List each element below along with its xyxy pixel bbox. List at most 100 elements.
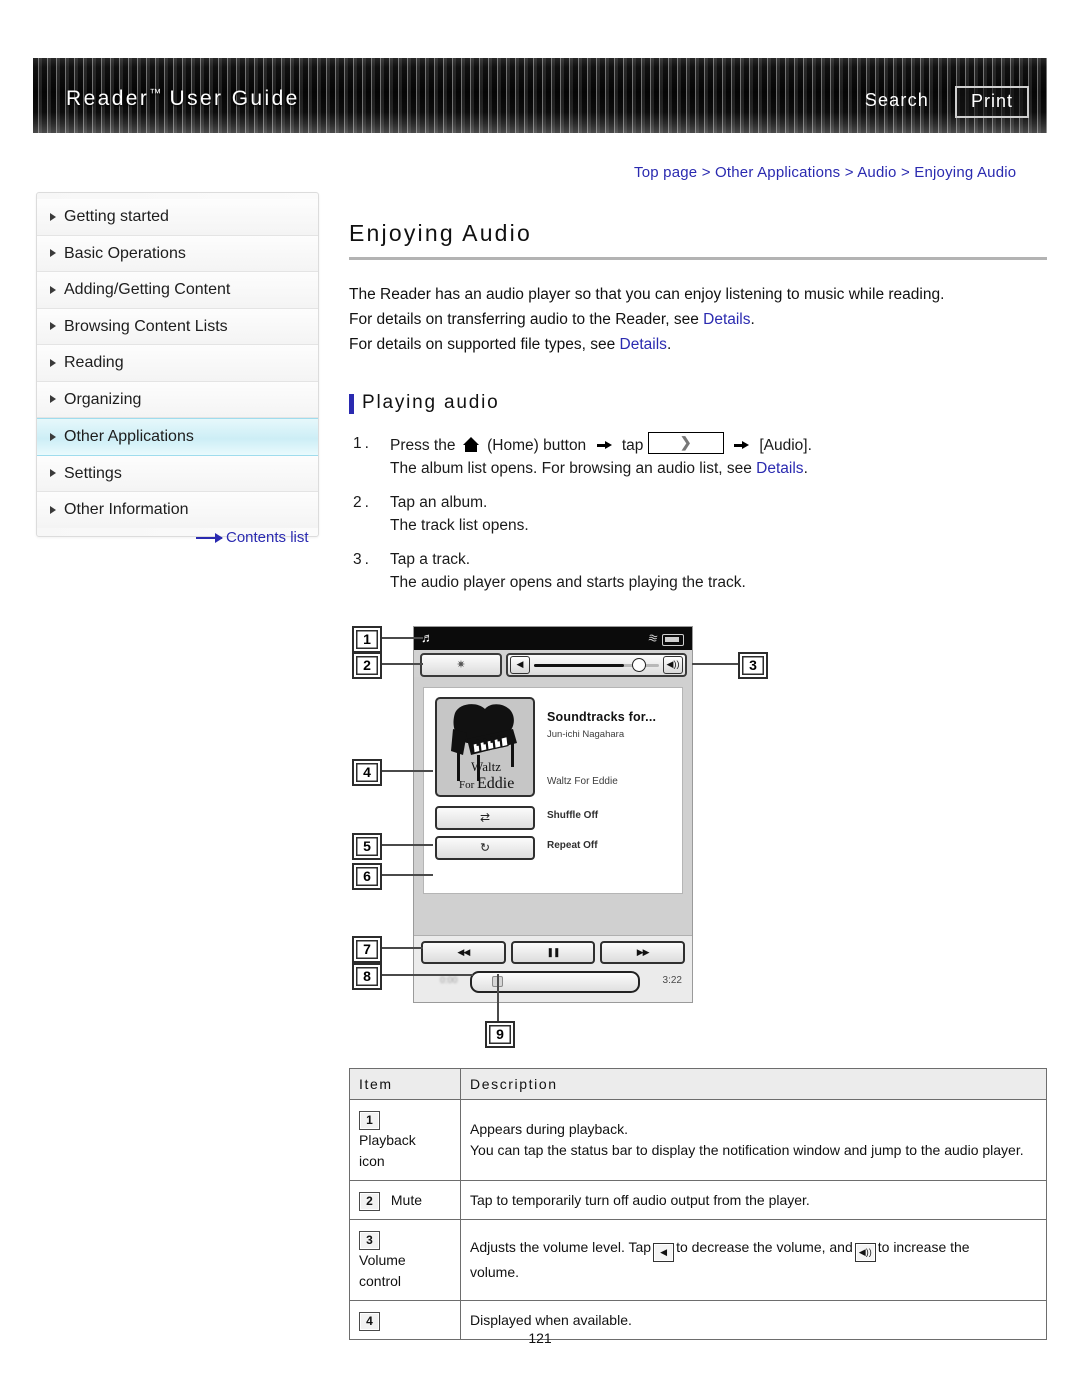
- shuffle-label: Shuffle Off: [547, 810, 599, 821]
- volume-up-button[interactable]: ◀)): [663, 656, 683, 674]
- volume-down-icon: ◀: [653, 1243, 675, 1262]
- step-1: 1. Press the (Home) button tap ❯ [Audio]…: [349, 432, 1047, 480]
- intro-line-2: For details on transferring audio to the…: [349, 311, 755, 328]
- triangle-right-icon: [50, 395, 56, 404]
- intro-line-1: The Reader has an audio player so that y…: [349, 286, 945, 303]
- details-link[interactable]: Details: [756, 460, 803, 477]
- repeat-label: Repeat Off: [547, 840, 598, 851]
- previous-button[interactable]: ◀◀: [421, 941, 506, 964]
- table-head: Item Description: [349, 1068, 1047, 1100]
- sidebar-item-basic-operations[interactable]: Basic Operations: [37, 235, 318, 272]
- sidebar-item-label: Other Information: [64, 501, 189, 518]
- contents-list-link[interactable]: Contents list: [196, 529, 309, 546]
- mute-icon: ✷: [456, 658, 466, 671]
- step-text-d: [Audio].: [759, 437, 812, 454]
- leader-line-2: [378, 663, 423, 665]
- callout-2: 2: [352, 652, 382, 679]
- device-screen: ♬ ≋ ✷ ◀ ◀)) Waltz For Eddie Soundtracks …: [413, 626, 693, 1003]
- shuffle-icon: ⇄: [479, 810, 491, 825]
- step-subtext: The album list opens. For browsing an au…: [390, 457, 1047, 480]
- item-label-line2: icon: [359, 1153, 385, 1169]
- table-cell-item: 1 Playback icon: [349, 1099, 461, 1181]
- chevron-right-icon: ❯: [679, 434, 692, 451]
- callout-9: 9: [485, 1021, 515, 1048]
- chevron-right-button-graphic[interactable]: ❯: [647, 432, 724, 454]
- app-title-text: Reader: [66, 87, 150, 110]
- intro-line-2-text: For details on transferring audio to the…: [349, 311, 704, 328]
- description-part-b: to decrease the volume, and: [676, 1239, 853, 1255]
- volume-control[interactable]: ◀ ◀)): [506, 653, 687, 677]
- shuffle-button[interactable]: ⇄: [435, 806, 535, 830]
- app-title-suffix: User Guide: [161, 87, 300, 110]
- item-label-line1: Playback: [359, 1132, 416, 1148]
- repeat-button[interactable]: ↻: [435, 836, 535, 860]
- search-button[interactable]: Search: [865, 90, 929, 111]
- callout-badge-1: 1: [359, 1111, 380, 1130]
- album-art-title: Waltz: [471, 759, 501, 774]
- sidebar-item-label: Settings: [64, 464, 122, 482]
- album-art-eddie: Eddie: [477, 775, 515, 792]
- device-status-bar[interactable]: ♬ ≋: [414, 627, 692, 650]
- item-label-mute: Mute: [390, 1192, 423, 1208]
- elapsed-time: 0:00: [440, 975, 458, 985]
- volume-down-button[interactable]: ◀: [510, 656, 530, 674]
- description-line-2: You can tap the status bar to display th…: [470, 1142, 979, 1158]
- step-2: 2. Tap an album. The track list opens.: [349, 491, 1047, 537]
- table-row: 1 Playback icon Appears during playback.…: [349, 1099, 1047, 1181]
- leader-line-5: [378, 844, 433, 846]
- step-text-a: Press the: [390, 437, 456, 454]
- step-text-a: Tap a track.: [390, 551, 471, 568]
- item-description-table: Item Description 1 Playback icon Appears…: [349, 1068, 1047, 1340]
- table-cell-description: Tap to temporarily turn off audio output…: [460, 1180, 1047, 1220]
- sidebar-item-reading[interactable]: Reading: [37, 345, 318, 382]
- sidebar-item-organizing[interactable]: Organizing: [37, 381, 318, 418]
- sidebar-item-settings[interactable]: Settings: [37, 455, 318, 492]
- sidebar-item-label: Getting started: [64, 208, 169, 225]
- callout-7: 7: [352, 936, 382, 963]
- triangle-right-icon: [50, 249, 56, 258]
- trademark-symbol: ™: [149, 86, 162, 100]
- leader-line-3: [692, 663, 738, 665]
- callout-8: 8: [352, 963, 382, 990]
- previous-icon: ◀◀: [457, 946, 470, 957]
- pause-icon: ❚❚: [546, 946, 560, 957]
- intro-line-3-text: For details on supported file types, see: [349, 336, 620, 353]
- triangle-right-icon: [50, 505, 56, 514]
- app-title: Reader™ User Guide: [66, 86, 300, 111]
- pause-button[interactable]: ❚❚: [510, 941, 596, 964]
- triangle-right-icon: [50, 322, 56, 331]
- sidebar-item-label: Organizing: [64, 390, 142, 408]
- callout-3: 3: [738, 652, 768, 679]
- arrow-right-icon: [734, 441, 749, 450]
- step-number: 1.: [353, 435, 372, 452]
- audio-player-figure: ♬ ≋ ✷ ◀ ◀)) Waltz For Eddie Soundtracks …: [349, 616, 1047, 1048]
- sidebar-nav: Getting started Basic Operations Adding/…: [36, 192, 319, 537]
- mute-button[interactable]: ✷: [420, 653, 502, 677]
- sidebar-item-other-applications[interactable]: Other Applications: [37, 418, 318, 456]
- details-link[interactable]: Details: [620, 336, 667, 353]
- triangle-right-icon: [50, 285, 56, 294]
- album-art[interactable]: Waltz For Eddie: [435, 697, 535, 797]
- arrow-right-icon: [596, 441, 612, 450]
- sidebar-item-adding-getting-content[interactable]: Adding/Getting Content: [37, 272, 318, 309]
- wifi-icon: ≋: [646, 630, 660, 646]
- step-subtext: The track list opens.: [390, 517, 529, 534]
- arrow-right-icon: [196, 533, 223, 543]
- details-link[interactable]: Details: [703, 311, 750, 328]
- sidebar-item-getting-started[interactable]: Getting started: [37, 199, 318, 236]
- callout-badge-2: 2: [359, 1192, 380, 1211]
- site-header: Reader™ User Guide Search Print: [33, 58, 1047, 133]
- step-3: 3. Tap a track. The audio player opens a…: [349, 548, 1047, 594]
- next-button[interactable]: ▶▶: [600, 941, 686, 964]
- sidebar-item-browsing-content-lists[interactable]: Browsing Content Lists: [37, 308, 318, 345]
- table-row: 3 Volume control Adjusts the volume leve…: [349, 1219, 1047, 1301]
- volume-slider-knob[interactable]: [631, 658, 646, 672]
- print-button[interactable]: Print: [954, 86, 1029, 118]
- seek-bar[interactable]: [470, 971, 640, 993]
- home-icon: [462, 437, 480, 452]
- step-text-a: Tap an album.: [390, 494, 488, 511]
- sidebar-item-label: Adding/Getting Content: [64, 281, 231, 298]
- breadcrumb[interactable]: Top page > Other Applications > Audio > …: [634, 164, 1016, 181]
- intro-line-3: For details on supported file types, see…: [349, 336, 672, 353]
- sidebar-item-other-information[interactable]: Other Information: [37, 492, 318, 528]
